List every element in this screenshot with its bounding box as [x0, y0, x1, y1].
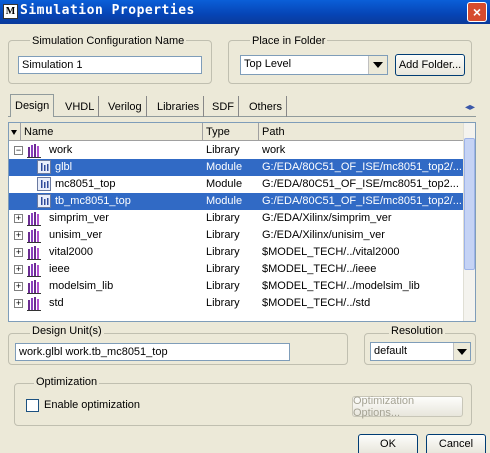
- item-name: vital2000: [49, 246, 94, 258]
- cancel-button[interactable]: Cancel: [426, 434, 486, 453]
- column-type[interactable]: Type: [203, 123, 259, 141]
- column-name[interactable]: Name: [21, 123, 203, 141]
- ok-button[interactable]: OK: [358, 434, 418, 453]
- chevron-down-icon: [457, 348, 467, 355]
- column-path[interactable]: Path: [259, 123, 464, 141]
- item-name: unisim_ver: [49, 229, 103, 241]
- item-name: std: [49, 297, 64, 309]
- list-item[interactable]: glbl Module G:/EDA/80C51_OF_ISE/mc8051_top…: [9, 159, 464, 176]
- library-icon: [27, 245, 42, 260]
- optimization-label: Optimization: [34, 376, 100, 388]
- resolution-select-value: default: [374, 345, 408, 357]
- item-type: Module: [206, 178, 243, 190]
- item-type: Library: [206, 297, 240, 309]
- library-icon: [27, 228, 42, 243]
- collapse-icon[interactable]: −: [14, 146, 23, 155]
- expand-icon[interactable]: +: [14, 299, 23, 308]
- folder-dropdown-arrow[interactable]: [368, 56, 387, 74]
- item-name: simprim_ver: [49, 212, 109, 224]
- expand-icon[interactable]: +: [14, 214, 23, 223]
- app-icon: M: [3, 4, 18, 19]
- list-item[interactable]: − work Library work: [9, 142, 464, 159]
- item-type: Module: [206, 195, 243, 207]
- module-icon: [37, 177, 51, 191]
- module-icon: [37, 194, 51, 208]
- tab-libraries[interactable]: Libraries: [153, 96, 205, 117]
- list-item[interactable]: + vital2000 Library $MODEL_TECH/../vital200…: [9, 244, 464, 261]
- tab-design[interactable]: Design: [10, 94, 55, 117]
- list-item[interactable]: mc8051_top Module G:/EDA/80C51_OF_ISE/mc80…: [9, 176, 464, 193]
- resolution-dropdown-arrow[interactable]: [453, 343, 470, 360]
- tab-sdf[interactable]: SDF: [208, 96, 239, 117]
- list-item[interactable]: + ieee Library $MODEL_TECH/../ieee: [9, 261, 464, 278]
- item-type: Library: [206, 212, 240, 224]
- design-units-input[interactable]: work.glbl work.tb_mc8051_top: [15, 343, 290, 361]
- tab-verilog[interactable]: Verilog: [104, 96, 147, 117]
- item-name: modelsim_lib: [49, 280, 114, 292]
- design-units-label: Design Unit(s): [30, 325, 104, 337]
- window-title: Simulation Properties: [20, 3, 195, 18]
- item-path: G:/EDA/80C51_OF_ISE/mc8051_top2/...: [262, 161, 462, 173]
- folder-label: Place in Folder: [250, 35, 328, 47]
- item-path: G:/EDA/80C51_OF_ISE/mc8051_top2/...: [262, 195, 462, 207]
- folder-select-value: Top Level: [244, 58, 292, 70]
- item-path: work: [262, 144, 286, 156]
- sort-down-icon: [11, 129, 17, 135]
- module-icon: [37, 160, 51, 174]
- expand-icon[interactable]: +: [14, 265, 23, 274]
- item-path: $MODEL_TECH/../vital2000: [262, 246, 400, 258]
- design-list[interactable]: Name Type Path − work Library work glbl Modul…: [8, 122, 476, 322]
- item-name: ieee: [49, 263, 70, 275]
- item-type: Library: [206, 246, 240, 258]
- list-item[interactable]: + unisim_ver Library G:/EDA/Xilinx/unisim_v…: [9, 227, 464, 244]
- expand-icon[interactable]: +: [14, 282, 23, 291]
- item-path: $MODEL_TECH/../ieee: [262, 263, 377, 275]
- add-folder-button[interactable]: Add Folder...: [395, 54, 465, 76]
- item-name: work: [49, 144, 73, 156]
- list-scroll-thumb[interactable]: [464, 138, 475, 270]
- item-path: $MODEL_TECH/../std: [262, 297, 371, 309]
- library-icon: [27, 279, 42, 294]
- item-name: mc8051_top: [55, 178, 116, 190]
- library-icon: [27, 143, 42, 158]
- resolution-label: Resolution: [389, 325, 445, 337]
- item-type: Library: [206, 263, 240, 275]
- tab-scroll-arrows[interactable]: ◂▸: [465, 102, 475, 113]
- config-name-label: Simulation Configuration Name: [30, 35, 187, 47]
- folder-select[interactable]: Top Level: [240, 55, 388, 75]
- item-type: Module: [206, 161, 243, 173]
- list-item[interactable]: + modelsim_lib Library $MODEL_TECH/../model…: [9, 278, 464, 295]
- close-button[interactable]: ×: [467, 2, 487, 22]
- tab-others[interactable]: Others: [245, 96, 288, 117]
- tab-vhdl[interactable]: VHDL: [61, 96, 100, 117]
- item-type: Library: [206, 144, 240, 156]
- sort-indicator[interactable]: [9, 123, 21, 141]
- expand-icon[interactable]: +: [14, 231, 23, 240]
- item-type: Library: [206, 280, 240, 292]
- expand-icon[interactable]: +: [14, 248, 23, 257]
- item-path: $MODEL_TECH/../modelsim_lib: [262, 280, 420, 292]
- optimization-options-button[interactable]: Optimization Options...: [352, 395, 463, 419]
- enable-optimization-checkbox[interactable]: [26, 399, 39, 412]
- list-item[interactable]: + std Library $MODEL_TECH/../std: [9, 295, 464, 312]
- item-name: glbl: [55, 161, 73, 173]
- item-name: tb_mc8051_top: [55, 195, 131, 207]
- library-icon: [27, 262, 42, 277]
- item-path: G:/EDA/Xilinx/simprim_ver: [262, 212, 392, 224]
- item-path: G:/EDA/Xilinx/unisim_ver: [262, 229, 385, 241]
- item-type: Library: [206, 229, 240, 241]
- chevron-down-icon: [373, 62, 383, 68]
- enable-optimization-label[interactable]: Enable optimization: [44, 399, 140, 411]
- list-item[interactable]: tb_mc8051_top Module G:/EDA/80C51_OF_ISE/m…: [9, 193, 464, 210]
- library-icon: [27, 296, 42, 311]
- library-icon: [27, 211, 42, 226]
- config-name-input[interactable]: Simulation 1: [18, 56, 202, 74]
- list-header: Name Type Path: [9, 123, 464, 141]
- item-path: G:/EDA/80C51_OF_ISE/mc8051_top2...: [262, 178, 459, 190]
- list-item[interactable]: + simprim_ver Library G:/EDA/Xilinx/simprim…: [9, 210, 464, 227]
